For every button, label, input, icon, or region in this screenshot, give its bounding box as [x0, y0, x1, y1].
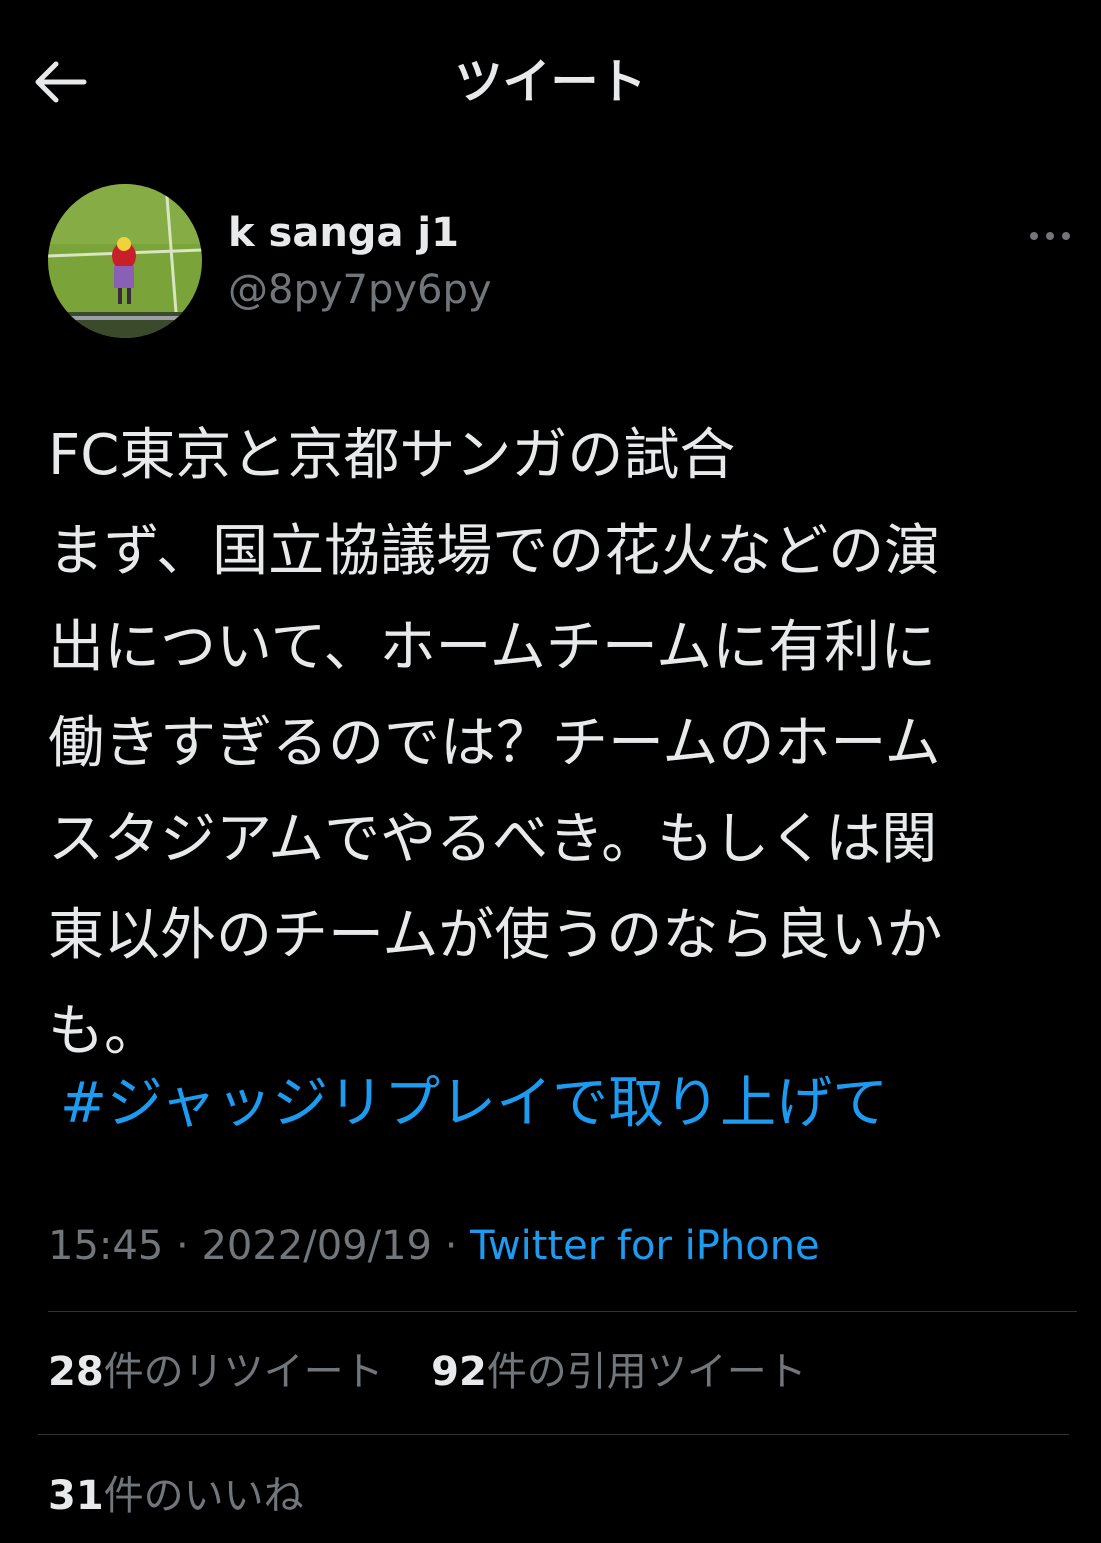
quote-label: 件の引用ツイート	[486, 1349, 807, 1395]
divider	[48, 1311, 1077, 1312]
retweet-count: 28	[48, 1349, 104, 1395]
likes-stats: 31件のいいね	[48, 1470, 304, 1522]
tweet-metadata: 15:45 · 2022/09/19 · Twitter for iPhone	[48, 1220, 820, 1272]
author-display-name[interactable]: k sanga j1	[228, 208, 459, 258]
meta-separator: ·	[163, 1223, 202, 1269]
avatar-image	[48, 184, 202, 338]
quotes-stat[interactable]: 92件の引用ツイート	[431, 1349, 807, 1395]
divider	[38, 1434, 1069, 1435]
page-title: ツイート	[454, 54, 647, 110]
like-label: 件のいいね	[103, 1473, 304, 1519]
tweet-text: FC東京と京都サンガの試合 まず、国立協議場での花火などの演 出について、ホーム…	[48, 423, 943, 1064]
author-handle[interactable]: @8py7py6py	[228, 265, 492, 315]
retweet-label: 件のリツイート	[103, 1349, 384, 1395]
tweet-date: 2022/09/19	[201, 1223, 432, 1269]
hashtag-link[interactable]: #ジャッジリプレイで取り上げて	[60, 1062, 888, 1146]
more-options-button[interactable]	[1020, 218, 1080, 254]
likes-stat[interactable]: 31件のいいね	[48, 1473, 304, 1519]
quote-count: 92	[431, 1349, 487, 1395]
top-bar: ツイート	[0, 0, 1101, 160]
more-horizontal-icon	[1030, 232, 1070, 240]
retweet-quote-stats: 28件のリツイート 92件の引用ツイート	[48, 1346, 807, 1398]
tweet-time: 15:45	[48, 1223, 164, 1269]
meta-separator: ·	[431, 1223, 471, 1269]
retweets-stat[interactable]: 28件のリツイート	[48, 1349, 384, 1395]
like-count: 31	[48, 1473, 104, 1519]
avatar[interactable]	[48, 184, 202, 338]
tweet-source-link[interactable]: Twitter for iPhone	[470, 1223, 820, 1269]
